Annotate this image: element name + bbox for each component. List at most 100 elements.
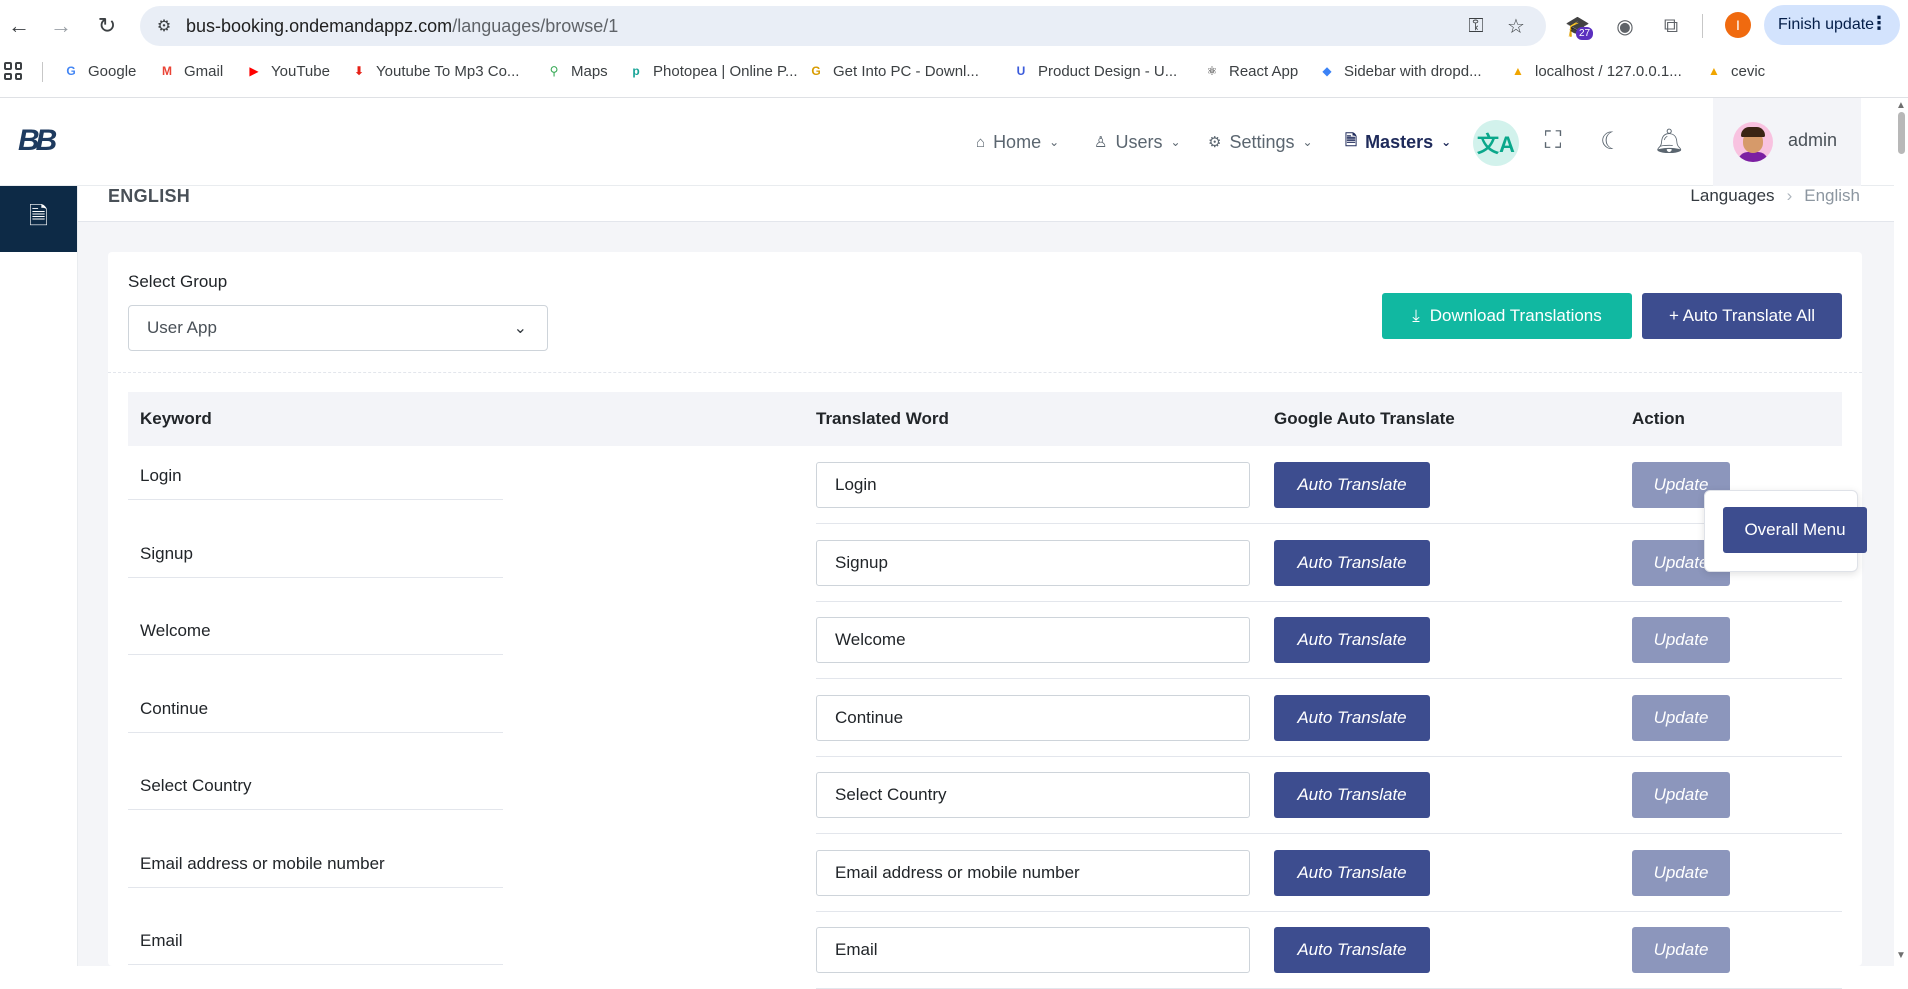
translated-word-input[interactable]: Login [816,462,1250,508]
auto-translate-button[interactable]: Auto Translate [1274,539,1430,586]
menu-users-label: Users [1115,131,1163,152]
scrollbar-thumb[interactable] [1898,112,1905,154]
menu-users[interactable]: ♙ Users ⌄ [1094,130,1181,154]
app-logo[interactable]: BB [18,124,74,160]
bookmark-favicon-icon: G [811,64,821,78]
header-translated-word: Translated Word [816,409,949,428]
update-button[interactable]: Update [1632,849,1730,896]
update-button[interactable]: Update [1632,772,1730,818]
bookmark-item[interactable]: G Google [62,60,136,82]
site-settings-icon[interactable]: ⚙ [152,14,176,38]
auto-translate-button[interactable]: Auto Translate [1274,462,1430,508]
download-translations-label: Download Translations [1429,306,1602,325]
keyword-underline [128,886,503,888]
translated-word-input[interactable]: Select Country [816,772,1250,818]
page-scrollbar[interactable]: ▲ ▼ [1894,98,1908,966]
translated-word-input[interactable]: Signup [816,539,1250,586]
translated-word-input[interactable]: Welcome [816,617,1250,663]
user-menu[interactable]: admin [1713,98,1861,186]
group-select[interactable]: User App ⌄ [128,305,548,351]
profile-avatar[interactable]: I [1725,12,1751,38]
menu-home[interactable]: ⌂ Home ⌄ [976,130,1059,154]
bookmark-label: Photopea | Online P... [653,62,798,80]
header-action: Action [1632,409,1685,428]
bookmark-label: cevic [1731,62,1766,80]
bookmark-label: YouTube [271,62,330,80]
bookmark-favicon-icon: ⬇ [353,64,365,78]
bookmark-label: localhost / 127.0.0.1... [1535,62,1682,80]
divider [108,372,1862,373]
notification-bell-icon[interactable]: 🔔︎ [1654,126,1684,156]
forward-arrow-icon[interactable]: → [48,13,74,39]
bookmark-item[interactable]: ◆ Sidebar with dropd... [1318,60,1481,82]
translated-word-input[interactable]: Continue [816,694,1250,741]
bookmark-label: Youtube To Mp3 Co... [376,62,520,80]
bookmark-item[interactable]: ⚛ React App [1203,60,1299,82]
dark-mode-moon-icon[interactable]: ☾ [1596,126,1626,156]
auto-translate-button[interactable]: Auto Translate [1274,694,1430,741]
bookmark-item[interactable]: ▲ cevic [1705,60,1765,82]
auto-translate-button[interactable]: Auto Translate [1274,617,1430,663]
auto-translate-button[interactable]: Auto Translate [1274,927,1430,973]
bookmark-item[interactable]: ▶ YouTube [245,60,330,82]
bookmark-item[interactable]: M Gmail [158,60,223,82]
update-button[interactable]: Update [1632,617,1730,663]
download-icon: ⤓ [1412,306,1420,325]
translated-word-input[interactable]: Email address or mobile number [816,849,1250,896]
fullscreen-icon[interactable]: ⛶ [1538,126,1568,156]
table-row: Select Country Select Country Auto Transla… [128,756,1842,834]
update-button[interactable]: Update [1632,694,1730,741]
address-bar[interactable]: ⚙ bus-booking.ondemandappz.com/languages… [140,6,1546,46]
scroll-down-arrow-icon[interactable]: ▼ [1896,950,1906,961]
bookmark-item[interactable]: G Get Into PC - Downl... [807,60,979,82]
extension-badge-icon[interactable]: 🎓 27 [1563,12,1594,42]
document-icon: 🗎 [28,202,49,230]
overall-menu-button[interactable]: Overall Menu [1723,507,1867,553]
back-arrow-icon[interactable]: ← [6,13,32,39]
auto-translate-button[interactable]: Auto Translate [1274,849,1430,896]
bookmark-label: Get Into PC - Downl... [833,62,979,80]
finish-update-button[interactable]: Finish update ⋮ [1764,5,1900,45]
bookmark-item[interactable]: ⚲ Maps [545,60,608,82]
menu-settings[interactable]: ⚙ Settings ⌄ [1208,130,1313,154]
url-text[interactable]: bus-booking.ondemandappz.com/languages/b… [186,16,618,37]
url-path: /languages/browse/1 [452,16,619,36]
bookmark-label: React App [1229,62,1299,80]
app-header: BB ⌂ Home ⌄ ♙ Users ⌄ ⚙ Settings ⌄ 🗎 Masters ⌄ 文… [0,98,1908,186]
menu-masters[interactable]: 🗎 Masters ⌄ [1345,130,1451,154]
breadcrumb-languages[interactable]: Languages [1690,186,1774,205]
chevron-down-icon: ⌄ [1302,135,1313,149]
bookmark-item[interactable]: p Photopea | Online P... [627,60,798,82]
table-row: Signup Signup Auto Translate Update [128,524,1842,602]
breadcrumb: Languages › English [1690,186,1860,206]
browser-toolbar: ← → ↻ ⚙ bus-booking.ondemandappz.com/lan… [0,0,1908,52]
keyword-underline [128,654,503,655]
bookmark-favicon-icon: p [632,64,640,78]
bookmark-favicon-icon: G [66,64,76,78]
camera-icon[interactable]: ◉ [1610,11,1640,41]
extensions-puzzle-icon[interactable]: ⧉ [1656,11,1686,41]
username: admin [1788,130,1838,150]
key-icon[interactable]: ⚿ [1464,14,1488,38]
keyword-text: Email address or mobile number [140,853,385,873]
auto-translate-button[interactable]: Auto Translate [1274,772,1430,818]
url-host: bus-booking.ondemandappz.com [186,16,453,36]
user-icon: ♙ [1094,134,1108,151]
bookmark-item[interactable]: ⬇ Youtube To Mp3 Co... [350,60,519,82]
download-translations-button[interactable]: ⤓ Download Translations [1382,293,1632,339]
language-translate-icon[interactable]: 文A [1473,120,1519,166]
star-icon[interactable]: ☆ [1504,14,1528,38]
bookmark-label: Google [88,62,137,80]
translated-word-input[interactable]: Email [816,927,1250,973]
table-header: Keyword Translated Word Google Auto Tran… [128,392,1842,446]
scroll-up-arrow-icon[interactable]: ▲ [1896,100,1906,111]
table-row: Login Login Auto Translate Update [128,446,1842,524]
bookmark-item[interactable]: U Product Design - U... [1012,60,1178,82]
sidebar-item-document[interactable]: 🗎 [0,186,77,252]
update-button[interactable]: Update [1632,927,1730,973]
keyword-underline [128,964,503,965]
bookmark-item[interactable]: ▲ localhost / 127.0.0.1... [1509,60,1682,82]
auto-translate-all-button[interactable]: + Auto Translate All [1642,293,1842,339]
reload-icon[interactable]: ↻ [94,13,120,39]
bookmark-favicon-icon: U [1016,64,1026,78]
